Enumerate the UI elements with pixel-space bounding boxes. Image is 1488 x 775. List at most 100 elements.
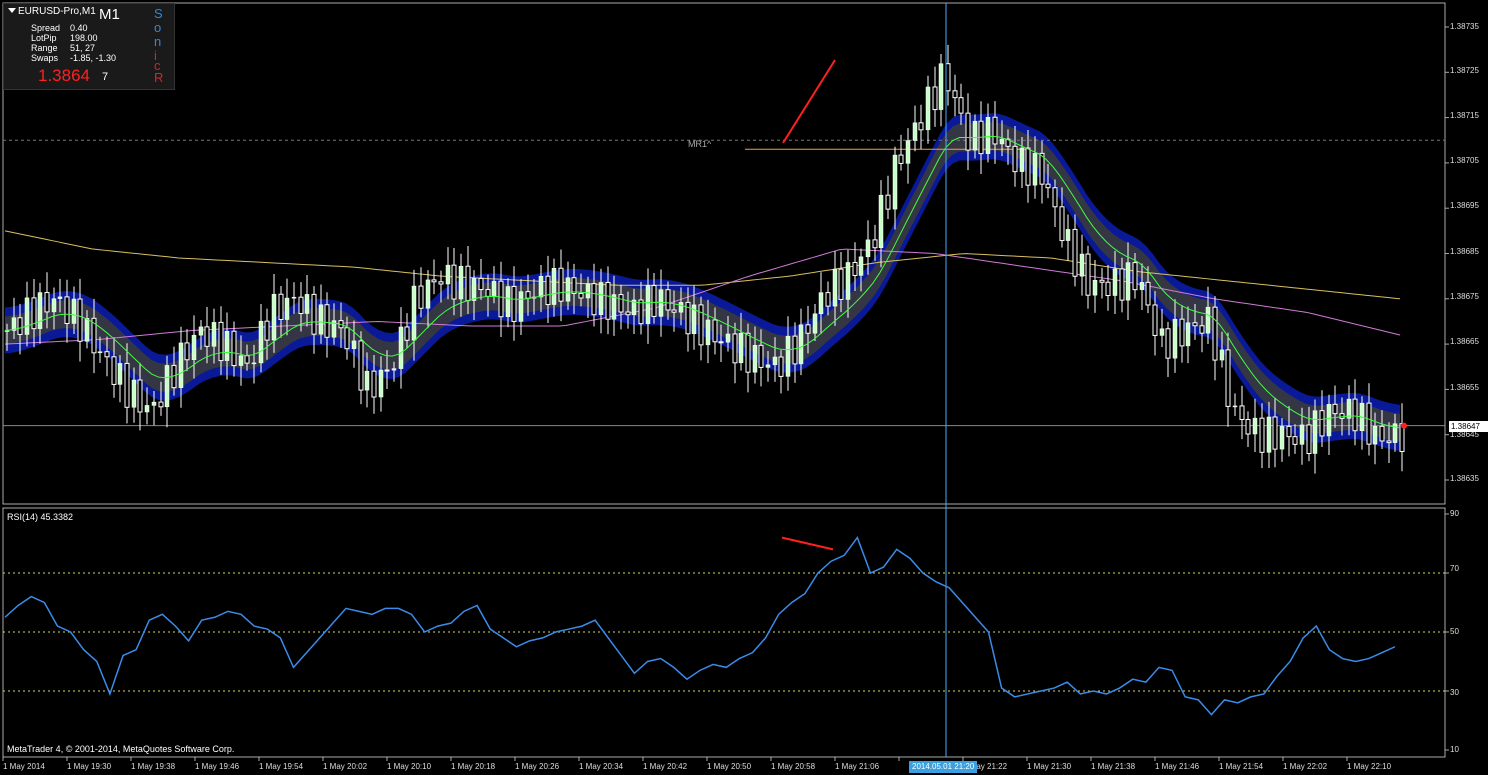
bull-candle — [878, 194, 884, 248]
price-axis-label: 1.38725 — [1450, 66, 1479, 75]
bull-candle — [318, 304, 324, 335]
bear-candle — [665, 289, 671, 311]
price-chart[interactable] — [3, 3, 1445, 757]
bear-candle — [898, 154, 904, 164]
bear-candle — [852, 261, 858, 276]
rsi-chart[interactable] — [3, 536, 1445, 716]
bear-candle — [1059, 206, 1065, 242]
sonicr-letter: o — [154, 20, 162, 35]
bear-candle — [244, 355, 250, 364]
bull-candle — [97, 351, 103, 354]
bull-candle — [191, 334, 197, 361]
bull-candle — [1266, 416, 1272, 453]
bull-candle — [211, 322, 217, 347]
bear-candle — [1099, 279, 1105, 283]
bull-candle — [865, 239, 871, 258]
time-axis-label: 1 May 20:26 — [515, 762, 560, 771]
bear-candle — [792, 335, 798, 365]
sonicr-letter: R — [154, 70, 164, 85]
bull-candle — [912, 122, 918, 141]
bear-candle — [625, 311, 631, 316]
bull-candle — [271, 293, 277, 341]
bull-candle — [198, 326, 204, 336]
bull-candle — [117, 363, 123, 385]
bear-candle — [712, 319, 718, 343]
bull-candle — [391, 368, 397, 371]
bear-candle — [825, 292, 831, 307]
bull-candle — [37, 292, 43, 329]
bear-candle — [1286, 425, 1292, 438]
symbol-label: EURUSD-Pro,M1 — [18, 6, 96, 17]
time-axis-label: 1 May 21:06 — [835, 762, 880, 771]
bear-candle — [718, 341, 724, 344]
bull-candle — [551, 268, 557, 305]
bull-candle — [24, 297, 30, 335]
bear-candle — [758, 344, 764, 368]
rsi-axis-label: 90 — [1450, 509, 1459, 518]
bull-candle — [585, 283, 591, 299]
bear-candle — [17, 317, 23, 335]
time-axis-label: 1 May 21:30 — [1027, 762, 1072, 771]
info-label: Range — [31, 43, 58, 53]
bull-candle — [164, 365, 170, 408]
bull-candle — [832, 268, 838, 307]
info-label: Spread — [31, 23, 61, 33]
bear-candle — [384, 369, 390, 372]
bear-candle — [992, 116, 998, 145]
bear-candle — [111, 356, 117, 385]
bull-candle — [51, 298, 57, 313]
bear-candle — [545, 275, 551, 306]
dropdown-arrow-icon[interactable] — [8, 8, 16, 13]
bull-candle — [925, 86, 931, 131]
bull-candle — [505, 286, 511, 317]
bear-candle — [311, 293, 317, 335]
bear-candle — [1132, 262, 1138, 291]
bull-candle — [238, 355, 244, 366]
crosshair-time-label: 2014.05.01 21:20 — [909, 761, 978, 773]
price-axis-label: 1.38665 — [1450, 337, 1479, 346]
bear-candle — [298, 296, 304, 315]
bear-candle — [124, 362, 130, 408]
chart-area[interactable] — [0, 0, 1488, 775]
bear-candle — [1352, 398, 1358, 432]
time-axis-label: 1 May 20:18 — [451, 762, 496, 771]
bear-candle — [231, 330, 237, 367]
info-value: 198.00 — [70, 33, 98, 43]
bear-candle — [1239, 405, 1245, 421]
bear-candle — [1045, 183, 1051, 189]
bear-candle — [344, 327, 350, 350]
bull-candle — [378, 369, 384, 398]
time-axis-label: 1 May 2014 — [3, 762, 45, 771]
bull-candle — [1219, 349, 1225, 361]
bear-candle — [1072, 228, 1078, 277]
bear-candle — [278, 293, 284, 321]
bear-candle — [1272, 416, 1278, 450]
ema-band-inner — [5, 122, 1400, 442]
bull-candle — [144, 405, 150, 413]
bull-candle — [1079, 253, 1085, 277]
current-price-dot — [1401, 422, 1407, 429]
pivot-label: MR1^ — [688, 139, 712, 149]
rsi-indicator-label: RSI(14) 45.3382 — [7, 512, 74, 522]
bull-candle — [845, 262, 851, 300]
rsi-axis-label: 30 — [1450, 688, 1459, 697]
time-axis-label: 1 May 22:10 — [1347, 762, 1392, 771]
bull-candle — [1112, 268, 1118, 296]
price-axis-label: 1.38695 — [1450, 201, 1479, 210]
bull-candle — [905, 140, 911, 164]
bear-candle — [1259, 417, 1265, 453]
bid-price-pipette: 7 — [102, 71, 109, 83]
bear-candle — [1379, 425, 1385, 442]
bear-candle — [418, 285, 424, 309]
bear-candle — [965, 112, 971, 151]
main-chart-frame — [2, 2, 1446, 505]
info-value: -1.85, -1.30 — [70, 53, 117, 63]
bull-candle — [1019, 147, 1025, 172]
bear-candle — [1292, 436, 1298, 445]
bull-candle — [798, 324, 804, 365]
rsi-axis-label: 70 — [1450, 564, 1459, 573]
bull-candle — [491, 280, 497, 297]
bull-candle — [725, 333, 731, 343]
bear-candle — [778, 356, 784, 377]
bull-candle — [518, 291, 524, 322]
